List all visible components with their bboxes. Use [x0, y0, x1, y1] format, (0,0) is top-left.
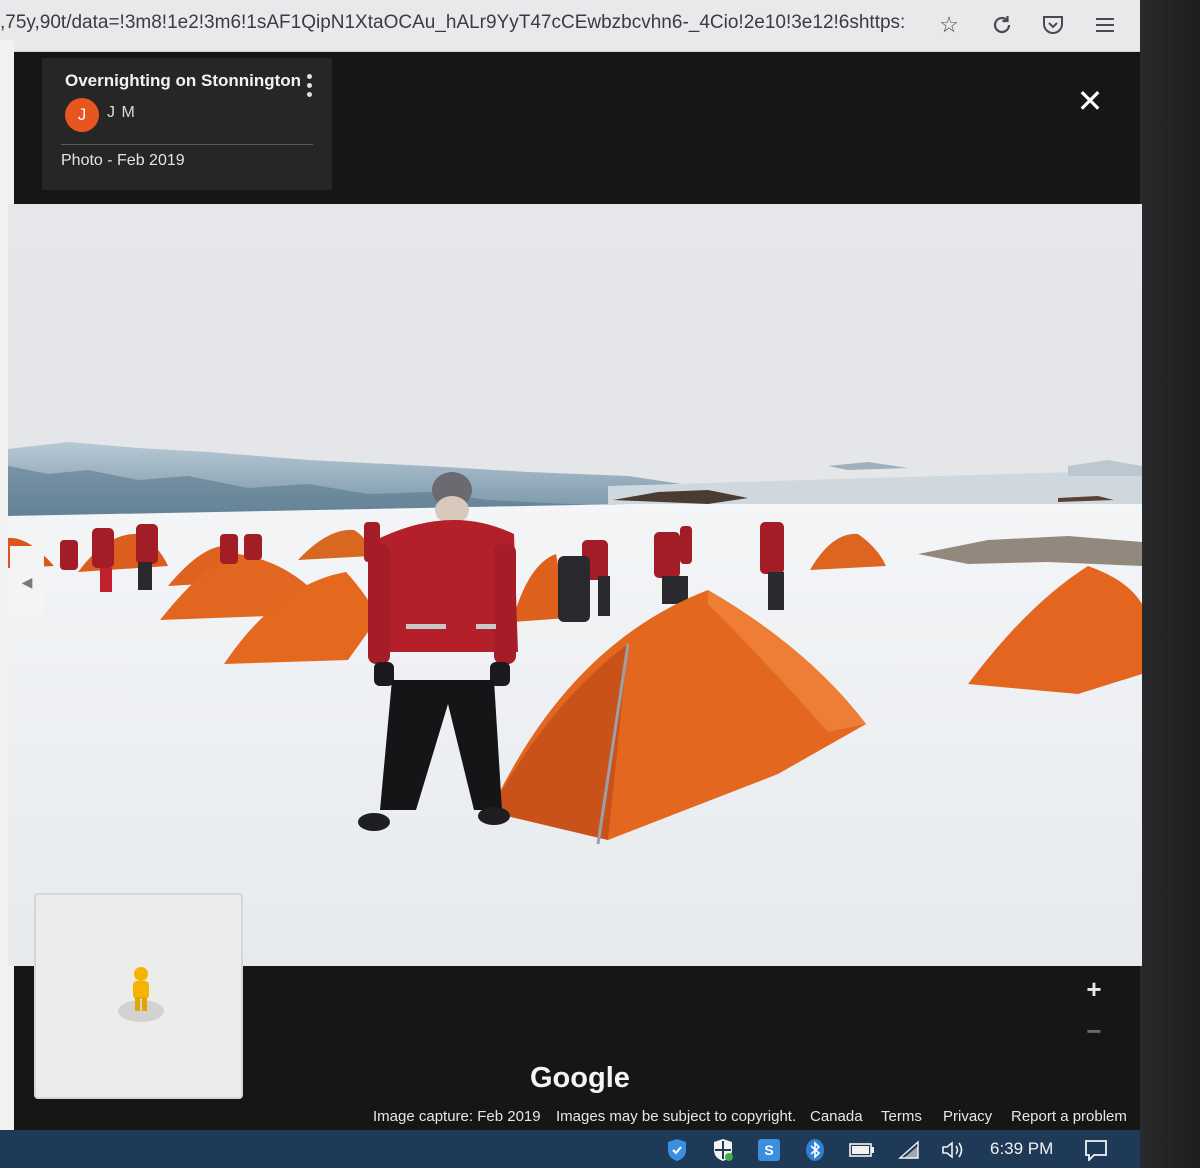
screen: ,75y,90t/data=!3m8!1e2!3m6!1sAF1QipN1Xta…	[0, 0, 1200, 1168]
copyright-notice: Images may be subject to copyright.	[556, 1108, 797, 1125]
zoom-out-button[interactable]: −	[1078, 1014, 1110, 1048]
s-app-icon[interactable]: S	[757, 1136, 781, 1164]
star-icon[interactable]: ☆	[934, 10, 964, 40]
reload-icon[interactable]	[987, 10, 1017, 40]
previous-photo-button[interactable]: ◀	[10, 546, 44, 618]
pocket-icon[interactable]	[1038, 10, 1068, 40]
privacy-link[interactable]: Privacy	[943, 1108, 992, 1125]
security-shield-icon[interactable]	[710, 1136, 736, 1164]
volume-icon[interactable]	[940, 1136, 966, 1164]
zoom-in-button[interactable]: +	[1078, 972, 1110, 1006]
notification-icon[interactable]	[1082, 1136, 1110, 1164]
author-name[interactable]: J M	[107, 104, 136, 122]
country-link[interactable]: Canada	[810, 1108, 863, 1125]
taskbar	[0, 1130, 1140, 1168]
photo-title: Overnighting on Stonnington	[65, 71, 302, 90]
defender-icon[interactable]	[664, 1136, 690, 1164]
google-logo: Google	[530, 1062, 630, 1094]
minimap[interactable]	[34, 893, 243, 1099]
menu-icon[interactable]	[1090, 10, 1120, 40]
avatar[interactable]: J	[65, 98, 99, 132]
taskbar-clock[interactable]: 6:39 PM	[990, 1139, 1053, 1159]
bluetooth-icon[interactable]	[804, 1136, 826, 1164]
terms-link[interactable]: Terms	[881, 1108, 922, 1125]
wifi-icon[interactable]	[896, 1136, 922, 1164]
image-capture-date: Image capture: Feb 2019	[373, 1108, 541, 1125]
pegman-icon[interactable]	[116, 963, 166, 1023]
panorama-photo[interactable]	[8, 204, 1142, 966]
photo-date: Photo - Feb 2019	[61, 152, 185, 169]
address-bar[interactable]: ,75y,90t/data=!3m8!1e2!3m6!1sAF1QipN1Xta…	[0, 12, 920, 34]
divider	[61, 144, 313, 145]
more-options-icon[interactable]	[304, 74, 314, 104]
report-problem-link[interactable]: Report a problem	[1011, 1108, 1127, 1125]
close-icon[interactable]: ✕	[1073, 83, 1107, 119]
monitor-bezel	[1140, 0, 1200, 1168]
photo-info-card: Overnighting on Stonnington J J M Photo …	[42, 58, 332, 190]
browser-toolbar: ,75y,90t/data=!3m8!1e2!3m6!1sAF1QipN1Xta…	[0, 0, 1140, 52]
svg-text:S: S	[764, 1142, 773, 1158]
battery-icon[interactable]	[848, 1136, 876, 1164]
